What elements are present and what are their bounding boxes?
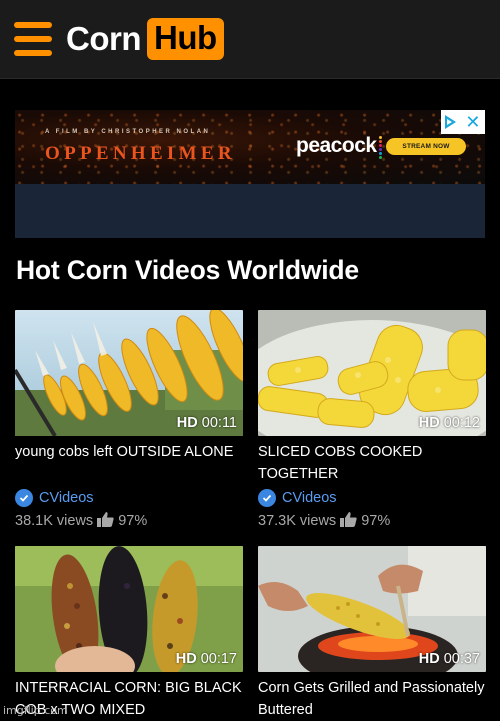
duration-label: 00:11 <box>201 415 237 431</box>
ad-choices-icon[interactable]: ✕ <box>441 110 485 134</box>
video-thumbnail[interactable]: HD 00:11 <box>15 310 243 436</box>
video-title[interactable]: young cobs left OUTSIDE ALONE <box>15 441 243 485</box>
video-title[interactable]: Corn Gets Grilled and Passionately Butte… <box>258 677 486 721</box>
close-icon[interactable]: ✕ <box>465 113 480 131</box>
logo-text-left: Corn <box>66 20 142 57</box>
ad-brand: peacock <box>296 134 382 159</box>
channel-row[interactable]: CVideos <box>258 488 486 508</box>
quality-label: HD <box>418 415 440 431</box>
duration-badge: HD 00:17 <box>176 651 237 667</box>
duration-label: 00:17 <box>200 651 237 667</box>
video-title[interactable]: SLICED COBS COOKED TOGETHER <box>258 441 486 485</box>
adchoices-triangle-icon <box>445 115 457 129</box>
thumbs-up-icon <box>97 511 114 531</box>
duration-label: 00:12 <box>443 415 480 431</box>
quality-label: HD <box>176 415 198 431</box>
verified-icon <box>15 489 33 507</box>
video-thumbnail[interactable]: HD 00:37 <box>258 546 486 672</box>
view-count: 38.1K views <box>15 513 94 529</box>
video-thumbnail[interactable]: HD 00:12 <box>258 310 486 436</box>
duration-label: 00:37 <box>443 651 480 667</box>
channel-name[interactable]: CVideos <box>282 490 337 506</box>
duration-badge: HD 00:37 <box>419 651 480 667</box>
peacock-dots-icon <box>378 136 382 159</box>
view-count: 37.3K views <box>258 513 337 529</box>
duration-badge: HD 00:12 <box>419 415 480 431</box>
rating-percent: 97% <box>361 513 391 529</box>
thumbs-up-icon <box>340 511 357 531</box>
verified-icon <box>258 489 276 507</box>
watermark: imgflip.com <box>3 704 68 717</box>
channel-name[interactable]: CVideos <box>39 490 94 506</box>
ad-stream-button[interactable]: STREAM NOW <box>386 138 466 155</box>
video-stats: 38.1K views 97% <box>15 511 243 531</box>
video-card[interactable]: HD 00:37 Corn Gets Grilled and Passionat… <box>258 546 486 721</box>
ad-brand-label: peacock <box>296 134 377 157</box>
rating-percent: 97% <box>118 513 148 529</box>
logo-text-right: Hub <box>147 18 224 60</box>
ad-title: OPPENHEIMER <box>45 143 236 164</box>
site-header: Corn Hub <box>0 0 500 79</box>
video-card[interactable]: HD 00:17 INTERRACIAL CORN: BIG BLACK COB… <box>15 546 243 721</box>
video-card[interactable]: HD 00:11 young cobs left OUTSIDE ALONE C… <box>15 310 243 531</box>
ad-banner[interactable]: A FILM BY CHRISTOPHER NOLAN OPPENHEIMER … <box>15 110 485 238</box>
quality-label: HD <box>418 651 440 667</box>
video-thumbnail[interactable]: HD 00:17 <box>15 546 243 672</box>
hamburger-menu-icon[interactable] <box>14 22 52 56</box>
quality-label: HD <box>175 651 197 667</box>
site-logo[interactable]: Corn Hub <box>66 17 224 61</box>
section-title: Hot Corn Videos Worldwide <box>16 255 359 285</box>
video-stats: 37.3K views 97% <box>258 511 486 531</box>
video-card[interactable]: HD 00:12 SLICED COBS COOKED TOGETHER CVi… <box>258 310 486 531</box>
ad-credit: A FILM BY CHRISTOPHER NOLAN <box>45 129 211 135</box>
duration-badge: HD 00:11 <box>177 415 237 431</box>
channel-row[interactable]: CVideos <box>15 488 243 508</box>
